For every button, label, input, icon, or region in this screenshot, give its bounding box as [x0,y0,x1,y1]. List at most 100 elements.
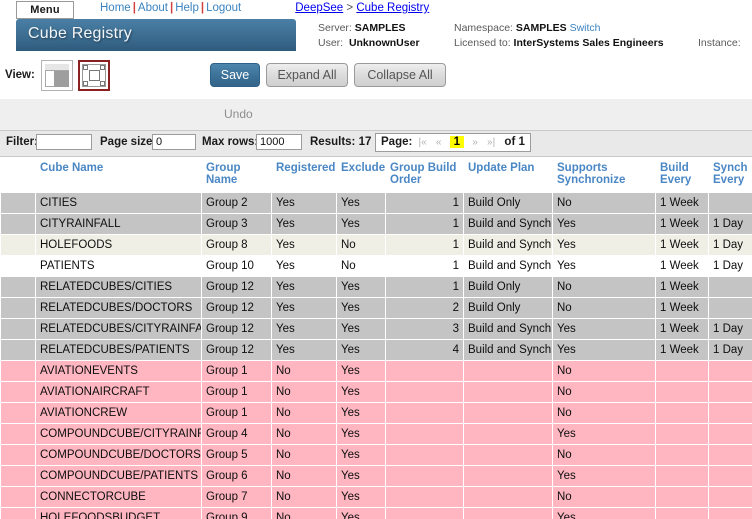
column-header[interactable]: Build Every [656,158,708,192]
collapse-all-button[interactable]: Collapse All [354,63,446,87]
table-cell: Build Only [464,193,552,213]
nav-links: Home|About|Help|Logout [100,2,241,14]
column-header[interactable]: Update Plan [464,158,552,192]
table-cell: 1 Week [656,340,708,360]
breadcrumb-deepsee[interactable]: DeepSee [295,2,343,14]
table-row[interactable]: RELATEDCUBES/CITIESGroup 12YesYes1Build … [1,277,752,297]
breadcrumb-cube-registry[interactable]: Cube Registry [356,2,429,14]
table-row[interactable]: RELATEDCUBES/DOCTORSGroup 12YesYes2Build… [1,298,752,318]
table-row[interactable]: RELATEDCUBES/CITYRAINFALLGroup 12YesYes3… [1,319,752,339]
column-header[interactable]: Exclude [337,158,385,192]
table-row[interactable]: RELATEDCUBES/PATIENTSGroup 12YesYes4Buil… [1,340,752,360]
namespace-value: SAMPLES [516,22,567,34]
nav-link-help[interactable]: Help [175,2,199,14]
layout-view-icon[interactable] [41,60,73,91]
filter-input[interactable] [36,134,92,150]
row-marker-cell[interactable] [1,361,35,381]
row-marker-cell[interactable] [1,319,35,339]
table-cell: 1 Day [709,340,752,360]
row-marker-cell[interactable] [1,508,35,519]
last-page-icon[interactable]: »| [487,137,495,148]
menu-button[interactable]: Menu [16,1,74,19]
table-row[interactable]: AVIATIONAIRCRAFTGroup 1NoYesNo [1,382,752,402]
save-button[interactable]: Save [210,63,260,87]
namespace-field: Namespace: SAMPLES Switch [454,21,698,36]
row-marker-cell[interactable] [1,340,35,360]
switch-namespace-link[interactable]: Switch [570,22,601,34]
table-row[interactable]: CONNECTORCUBEGroup 7NoYesNo [1,487,752,507]
table-row[interactable]: COMPOUNDCUBE/CITYRAINFALLGroup 4NoYesYes [1,424,752,444]
first-page-icon[interactable]: |« [419,137,427,148]
pivot-icon-handle [100,65,105,70]
table-cell: RELATEDCUBES/CITYRAINFALL [36,319,201,339]
pivot-view-icon-glyph [82,64,106,87]
column-header[interactable]: Group Build Order [386,158,463,192]
table-cell: Group 1 [202,382,271,402]
table-cell: Group 12 [202,319,271,339]
row-marker-cell[interactable] [1,403,35,423]
table-cell: Yes [337,193,385,213]
column-header[interactable] [1,158,35,192]
row-marker-cell[interactable] [1,466,35,486]
undo-strip: Undo [0,99,752,131]
column-header[interactable]: Synch Every [709,158,752,192]
table-cell: RELATEDCUBES/DOCTORS [36,298,201,318]
row-marker-cell[interactable] [1,277,35,297]
table-row[interactable]: COMPOUNDCUBE/DOCTORSGroup 5NoYesNo [1,445,752,465]
table-cell: Build Only [464,277,552,297]
row-marker-cell[interactable] [1,193,35,213]
undo-button[interactable]: Undo [224,107,253,121]
current-page-number[interactable]: 1 [450,136,464,148]
cube-registry-page: Menu Home|About|Help|Logout DeepSee > Cu… [0,0,752,519]
nav-link-logout[interactable]: Logout [206,2,241,14]
nav-link-about[interactable]: About [138,2,168,14]
table-cell [464,487,552,507]
system-info: Server: SAMPLESNamespace: SAMPLES Switch… [318,21,741,51]
table-cell: Yes [553,256,655,276]
table-cell: No [272,424,336,444]
table-row[interactable]: AVIATIONEVENTSGroup 1NoYesNo [1,361,752,381]
table-cell: Yes [337,214,385,234]
pivot-icon-center [89,70,100,81]
table-cell: Yes [337,382,385,402]
table-cell [464,445,552,465]
table-cell: Group 12 [202,277,271,297]
column-header[interactable]: Cube Name [36,158,201,192]
next-page-icon[interactable]: » [472,137,478,148]
table-cell [464,361,552,381]
nav-separator: | [133,2,136,14]
table-cell: Yes [272,256,336,276]
nav-link-home[interactable]: Home [100,2,131,14]
table-row[interactable]: COMPOUNDCUBE/PATIENTSGroup 6NoYesYes [1,466,752,486]
expand-all-button[interactable]: Expand All [266,63,348,87]
column-header[interactable]: Group Name [202,158,271,192]
table-cell [709,382,752,402]
row-marker-cell[interactable] [1,214,35,234]
column-header[interactable]: Registered [272,158,336,192]
row-marker-cell[interactable] [1,235,35,255]
table-row[interactable]: CITIESGroup 2YesYes1Build OnlyNo1 Week [1,193,752,213]
cube-registry-table-container[interactable]: Cube NameGroup NameRegisteredExcludeGrou… [0,157,752,519]
table-cell: Group 9 [202,508,271,519]
table-row[interactable]: CITYRAINFALLGroup 3YesYes1Build and Sync… [1,214,752,234]
table-cell [656,403,708,423]
table-cell: AVIATIONAIRCRAFT [36,382,201,402]
row-marker-cell[interactable] [1,382,35,402]
table-cell: 1 Day [709,235,752,255]
previous-page-icon[interactable]: « [436,137,442,148]
row-marker-cell[interactable] [1,424,35,444]
row-marker-cell[interactable] [1,256,35,276]
table-row[interactable]: PATIENTSGroup 10YesNo1Build and SynchYes… [1,256,752,276]
table-cell [464,403,552,423]
row-marker-cell[interactable] [1,487,35,507]
pivot-view-icon[interactable] [78,60,110,91]
row-marker-cell[interactable] [1,298,35,318]
table-row[interactable]: AVIATIONCREWGroup 1NoYesNo [1,403,752,423]
table-row[interactable]: HOLEFOODSBUDGETGroup 9NoYesYes [1,508,752,519]
column-header[interactable]: Supports Synchronize [553,158,655,192]
table-row[interactable]: HOLEFOODSGroup 8YesNo1Build and SynchYes… [1,235,752,255]
breadcrumb: DeepSee > Cube Registry [295,2,429,14]
page-size-input[interactable] [152,134,196,150]
row-marker-cell[interactable] [1,445,35,465]
max-rows-input[interactable] [256,134,302,150]
